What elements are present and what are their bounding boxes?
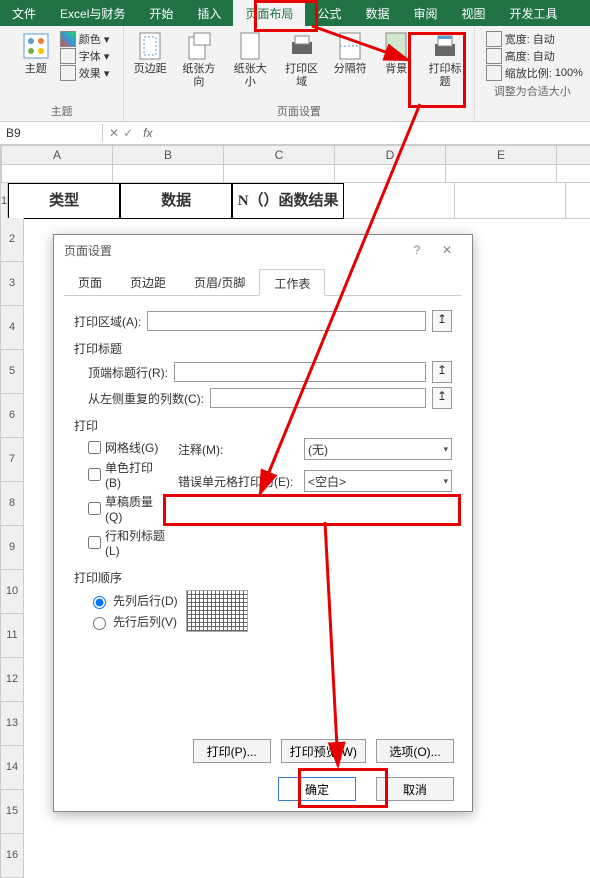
dlgtab-page[interactable]: 页面 [64, 269, 116, 295]
col-C[interactable]: C [224, 145, 335, 165]
help-button[interactable]: ? [402, 243, 432, 257]
col-E[interactable]: E [446, 145, 557, 165]
col-F[interactable]: F [557, 145, 590, 165]
tab-excelfin[interactable]: Excel与财务 [48, 0, 137, 26]
scale-input[interactable]: 100% [555, 67, 583, 79]
cancel-button[interactable]: 取消 [376, 777, 454, 801]
print-titles-button[interactable]: 打印标题 [420, 28, 469, 101]
name-box[interactable]: B9 [0, 124, 103, 142]
ref-button-2[interactable]: ↥ [432, 361, 452, 383]
ok-button[interactable]: 确定 [278, 777, 356, 801]
tab-view[interactable]: 视图 [449, 0, 497, 26]
tab-insert[interactable]: 插入 [185, 0, 233, 26]
left-cols-input[interactable] [210, 388, 426, 408]
print-area-button[interactable]: 打印区域 [277, 28, 326, 101]
dlgtab-margins[interactable]: 页边距 [116, 269, 180, 295]
scale-icon [486, 65, 502, 81]
print-area-input[interactable] [147, 311, 426, 331]
formula-bar: B9 ✕ ✓ fx [0, 122, 590, 145]
chevron-down-icon: ▾ [443, 476, 448, 487]
preview-button[interactable]: 打印预览(W) [281, 739, 366, 763]
print-order-icon [186, 590, 248, 632]
colors-menu[interactable]: 颜色 ▾ [60, 31, 110, 47]
cancel-fx-icon[interactable]: ✕ [109, 126, 119, 140]
ribbon: 主题 颜色 ▾ 字体 ▾ 效果 ▾ 主题 页边距 纸张方向 纸张大小 打印区域 … [0, 26, 590, 122]
tab-home[interactable]: 开始 [137, 0, 185, 26]
print-button[interactable]: 打印(P)... [193, 739, 271, 763]
page-setup-dialog: 页面设置 ? ✕ 页面 页边距 页眉/页脚 工作表 打印区域(A): ↥ 打印标… [53, 234, 473, 812]
effects-menu[interactable]: 效果 ▾ [60, 65, 110, 81]
bw-checkbox[interactable] [88, 468, 101, 481]
size-button[interactable]: 纸张大小 [226, 28, 275, 101]
dialog-title: 页面设置 [64, 242, 112, 259]
margins-button[interactable]: 页边距 [128, 28, 172, 101]
draft-checkbox[interactable] [88, 502, 101, 515]
order-over-radio[interactable] [93, 617, 106, 630]
tab-pagelayout[interactable]: 页面布局 [233, 0, 305, 26]
height-icon [486, 48, 502, 64]
cell-B1[interactable]: 数据 [120, 183, 232, 219]
tab-review[interactable]: 审阅 [401, 0, 449, 26]
order-down-radio[interactable] [93, 596, 106, 609]
enter-fx-icon[interactable]: ✓ [123, 126, 133, 140]
options-button[interactable]: 选项(O)... [376, 739, 454, 763]
dlgtab-sheet[interactable]: 工作表 [259, 269, 325, 296]
tab-formulas[interactable]: 公式 [305, 0, 353, 26]
comments-select[interactable]: (无)▾ [304, 438, 452, 460]
cell-C1[interactable]: N（）函数结果 [232, 183, 344, 219]
cell-A1[interactable]: 类型 [8, 183, 120, 219]
errors-select[interactable]: <空白>▾ [304, 470, 452, 492]
breaks-button[interactable]: 分隔符 [328, 28, 372, 101]
fonts-menu[interactable]: 字体 ▾ [60, 48, 110, 64]
tab-data[interactable]: 数据 [353, 0, 401, 26]
orientation-button[interactable]: 纸张方向 [174, 28, 223, 101]
close-button[interactable]: ✕ [432, 243, 462, 257]
height-select[interactable]: 自动 [533, 48, 555, 64]
col-A[interactable]: A [2, 145, 113, 165]
width-icon [486, 31, 502, 47]
ribbon-tabs: 文件 Excel与财务 开始 插入 页面布局 公式 数据 审阅 视图 开发工具 [0, 0, 590, 26]
width-select[interactable]: 自动 [533, 31, 555, 47]
themes-button[interactable]: 主题 [14, 28, 58, 101]
tab-file[interactable]: 文件 [0, 0, 48, 26]
ref-button[interactable]: ↥ [432, 310, 452, 332]
gridlines-checkbox[interactable] [88, 441, 101, 454]
dlgtab-headerfooter[interactable]: 页眉/页脚 [180, 269, 259, 295]
background-button[interactable]: 背景 [374, 28, 418, 101]
tab-developer[interactable]: 开发工具 [497, 0, 569, 26]
spreadsheet-grid: A B C D E F 1 类型 数据 N（）函数结果 [0, 145, 590, 219]
col-D[interactable]: D [335, 145, 446, 165]
col-B[interactable]: B [113, 145, 224, 165]
chevron-down-icon: ▾ [443, 444, 448, 455]
fx-icon[interactable]: fx [139, 126, 156, 140]
ref-button-3[interactable]: ↥ [432, 387, 452, 409]
headings-checkbox[interactable] [88, 536, 101, 549]
top-rows-input[interactable] [174, 362, 426, 382]
